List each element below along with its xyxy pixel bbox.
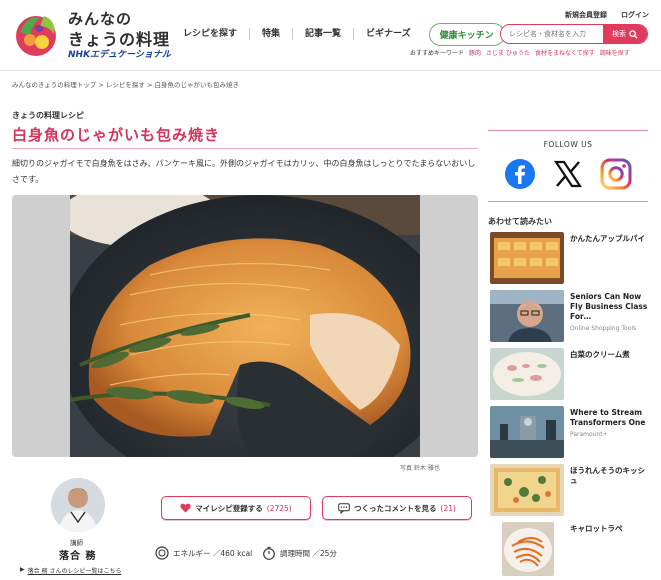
arrow-right-icon: ▶ (20, 566, 25, 573)
heart-icon (180, 503, 191, 513)
related-article-item[interactable]: Seniors Can Now Fly Business Class For… … (488, 290, 650, 344)
related-article-source: Paramount+ (570, 431, 608, 438)
related-article-thumbnail (490, 464, 564, 516)
site-logo[interactable]: みんなの きょうの料理 NHKエデュケーショナル (10, 8, 171, 60)
related-article-thumbnail (490, 232, 564, 284)
nav-item-articles[interactable]: 記事一覧 (293, 28, 355, 40)
view-comments-button[interactable]: つくったコメントを見る (21) (322, 496, 472, 520)
search-box: 検索 (500, 24, 648, 44)
related-article-source: Online Shopping Tools (570, 325, 637, 332)
account-links: 新規会員登録 ログイン (565, 10, 649, 20)
related-article-title: Seniors Can Now Fly Business Class For… … (570, 292, 650, 334)
add-my-recipe-button[interactable]: マイレシピ登録する (2725) (161, 496, 311, 520)
follow-us-title: FOLLOW US (543, 140, 593, 149)
related-article-item[interactable]: かんたんアップルパイ (488, 232, 650, 286)
search-input[interactable] (501, 25, 603, 43)
cooking-time-info: 調理時間 ／25分 (262, 546, 337, 560)
nav-item-feature[interactable]: 特集 (250, 28, 294, 40)
my-recipe-count: (2725) (266, 503, 292, 513)
main-nav: レシピを探す 特集 記事一覧 ビギナーズ 健康キッチン (175, 22, 505, 46)
potato-galette-illustration (70, 195, 420, 457)
login-link[interactable]: ログイン (621, 10, 649, 20)
title-underline (12, 148, 478, 149)
recipe-description: 細切りのジャガイモで白身魚をはさみ、パンケーキ風に。外側のジャガイモはカリッ、中… (12, 159, 476, 184)
chef-avatar[interactable] (51, 478, 105, 532)
related-article-thumbnail (490, 348, 564, 400)
related-articles-title: あわせて読みたい (488, 217, 552, 226)
recipe-photo (70, 195, 420, 457)
site-header: みんなの きょうの料理 NHKエデュケーショナル レシピを探す 特集 記事一覧 … (0, 0, 661, 70)
x-twitter-icon[interactable] (552, 158, 584, 190)
breadcrumb-item[interactable]: みんなのきょうの料理トップ (12, 81, 96, 89)
quiche-illustration (490, 464, 564, 516)
related-article-title-text: Seniors Can Now Fly Business Class For… (570, 292, 648, 321)
apple-pie-illustration (490, 232, 564, 284)
nav-item-search-recipe[interactable]: レシピを探す (175, 28, 251, 40)
facebook-icon[interactable] (504, 158, 536, 190)
nav-item-beginners[interactable]: ビギナーズ (354, 28, 423, 40)
logo-vegetable-icon (16, 16, 56, 56)
related-article-item[interactable]: Where to Stream Transformers One Paramou… (488, 406, 650, 460)
related-article-title-text: キャロットラペ (570, 524, 623, 533)
breadcrumb: みんなのきょうの料理トップ > レシピを探す > 白身魚のじゃがいも包み焼き (12, 79, 239, 89)
related-article-title-text: かんたんアップルパイ (570, 234, 645, 243)
comment-icon (338, 502, 350, 514)
energy-icon (155, 546, 169, 560)
search-icon (629, 29, 638, 39)
related-article-title-text: ほうれんそうのキッシュ (570, 466, 645, 485)
comment-count: (21) (440, 503, 456, 513)
header-divider (0, 70, 661, 71)
related-article-thumbnail (502, 522, 554, 576)
recipe-title: 白身魚のじゃがいも包み焼き (12, 126, 221, 144)
chef-recipes-link[interactable]: ▶ 落合 務 さんのレシピ一覧はこちら (20, 566, 121, 575)
related-article-thumbnail (490, 406, 564, 458)
robot-scene-illustration (490, 406, 564, 458)
energy-value: エネルギー ／460 kcal (173, 548, 253, 558)
keyword-link[interactable]: 食材をまねなくて探す (535, 48, 595, 57)
related-article-title-text: 白菜のクリーム煮 (570, 350, 630, 359)
nav-health-kitchen-button[interactable]: 健康キッチン (428, 22, 505, 46)
breadcrumb-separator: > (98, 81, 106, 89)
related-article-title: ほうれんそうのキッシュ (570, 466, 650, 486)
instagram-icon[interactable] (600, 158, 632, 190)
cream-stew-illustration (490, 348, 564, 400)
keyword-link[interactable]: さじま ひゅうた (486, 48, 530, 57)
recommended-keywords: おすすめキーワード 豚肉 さじま ひゅうた 食材をまねなくて探す 調味を探す (410, 48, 655, 57)
chef-name: 落合 務 (59, 551, 97, 562)
energy-info: エネルギー ／460 kcal (155, 546, 252, 560)
related-article-title-text: Where to Stream Transformers One (570, 408, 646, 427)
add-my-recipe-label: マイレシピ登録する (195, 503, 263, 513)
related-article-title: キャロットラペ (570, 524, 650, 534)
search-button[interactable]: 検索 (603, 25, 647, 43)
chef-role: 講師 (70, 539, 83, 547)
related-article-item[interactable]: 白菜のクリーム煮 (488, 348, 650, 402)
stopwatch-icon (263, 546, 275, 560)
chef-portrait-illustration (51, 478, 105, 532)
senior-man-illustration (490, 290, 564, 342)
section-label: きょうの料理レシピ (12, 111, 84, 120)
keyword-label: おすすめキーワード (410, 50, 465, 57)
chef-recipes-link-text: 落合 務 さんのレシピ一覧はこちら (27, 568, 122, 575)
related-article-title: かんたんアップルパイ (570, 234, 650, 244)
breadcrumb-current: 白身魚のじゃがいも包み焼き (154, 81, 240, 89)
search-button-label: 検索 (612, 30, 626, 38)
keyword-link[interactable]: 調味を探す (600, 48, 630, 57)
breadcrumb-separator: > (146, 81, 155, 89)
related-article-item[interactable]: ほうれんそうのキッシュ (488, 464, 650, 518)
related-article-item[interactable]: キャロットラペ (488, 522, 650, 576)
related-article-thumbnail (490, 290, 564, 342)
view-comments-label: つくったコメントを見る (354, 503, 437, 513)
related-article-title: 白菜のクリーム煮 (570, 350, 650, 360)
follow-us-box: FOLLOW US (488, 130, 648, 202)
recipe-photo-frame (12, 195, 478, 457)
breadcrumb-item[interactable]: レシピを探す (106, 81, 145, 89)
related-article-title: Where to Stream Transformers One Paramou… (570, 408, 650, 440)
keyword-link[interactable]: 豚肉 (469, 48, 481, 57)
cooking-time-value: 調理時間 ／25分 (280, 548, 337, 558)
carrot-salad-illustration (502, 522, 554, 576)
photo-credit: 写真 鈴木 雅也 (400, 465, 440, 472)
logo-nhk-text: NHKエデュケーショナル (68, 50, 171, 60)
register-link[interactable]: 新規会員登録 (565, 10, 607, 20)
